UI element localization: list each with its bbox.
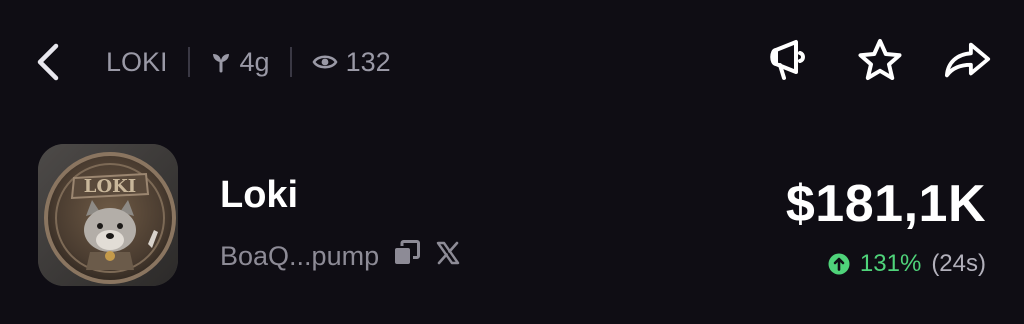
divider (187, 47, 190, 77)
token-meta: LOKI 4g 132 (106, 40, 391, 84)
ticker-label: LOKI (106, 46, 168, 77)
eye-icon (312, 55, 338, 69)
promote-button[interactable] (768, 36, 816, 84)
token-avatar[interactable]: LOKI (38, 144, 178, 286)
arrow-up-circle-icon (828, 253, 850, 275)
market-cap: $181,1K (785, 175, 986, 233)
age-meta: 4g (210, 47, 270, 78)
copy-icon (395, 240, 421, 264)
divider (289, 47, 292, 77)
token-name: Loki (220, 174, 299, 216)
back-button[interactable] (30, 40, 66, 84)
contract-address: BoaQ...pump (220, 241, 380, 271)
chevron-left-icon (37, 43, 59, 81)
token-summary: LOKI Loki BoaQ...pump $181,1K 131% (24s) (0, 140, 1024, 300)
x-logo-icon (436, 241, 460, 265)
price-change: 131% (24s) (828, 250, 986, 278)
loki-coin-icon: LOKI (38, 144, 178, 286)
address-row: BoaQ...pump (220, 240, 461, 273)
share-button[interactable] (944, 36, 992, 84)
share-arrow-icon (944, 42, 991, 78)
views-meta: 132 (312, 47, 391, 78)
megaphone-icon (770, 40, 805, 80)
star-icon (858, 39, 902, 80)
age-value: 4g (239, 46, 270, 77)
header-actions (768, 36, 992, 84)
change-percent: 131% (859, 250, 922, 277)
views-value: 132 (345, 46, 391, 77)
top-bar: LOKI 4g 132 (0, 0, 1024, 120)
avatar-text: LOKI (84, 176, 136, 197)
x-link[interactable] (435, 240, 461, 273)
favorite-button[interactable] (856, 36, 904, 84)
copy-address-button[interactable] (393, 240, 421, 273)
sprout-icon (212, 54, 229, 73)
change-window: (24s) (931, 250, 986, 277)
